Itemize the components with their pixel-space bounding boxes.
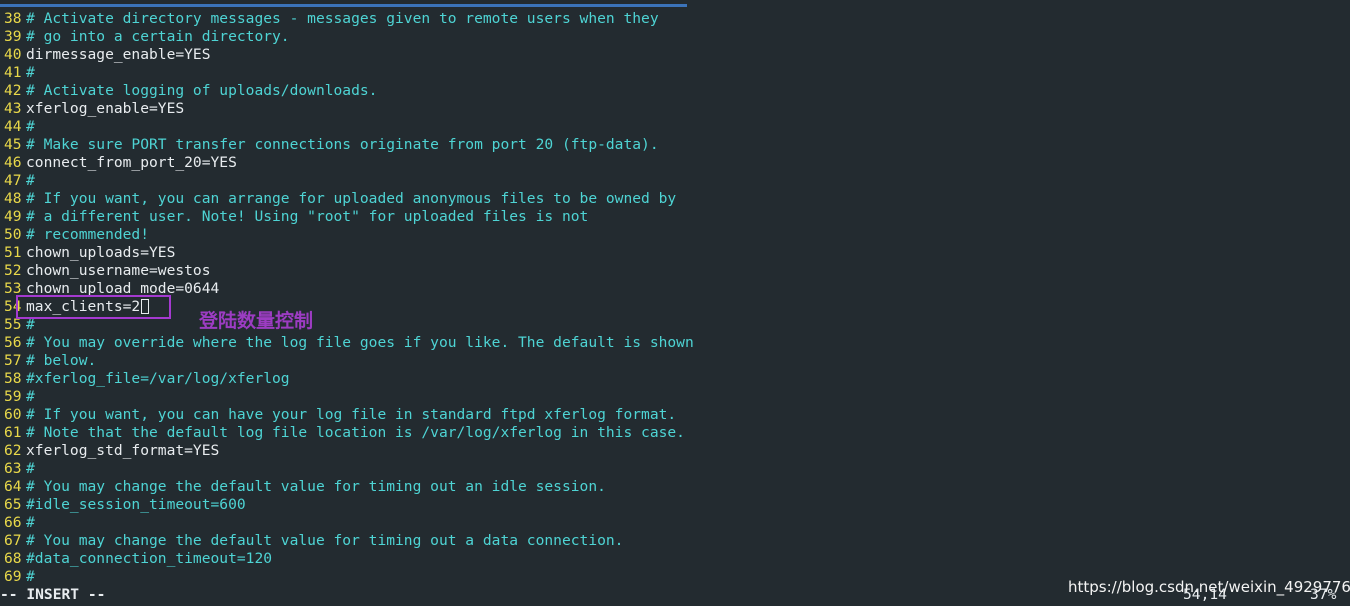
comment-text: # You may change the default value for t… (26, 532, 624, 549)
line-number: 61 (4, 424, 22, 441)
comment-text: # (26, 568, 35, 585)
line-number: 60 (4, 406, 22, 423)
comment-text: # (26, 460, 35, 477)
config-text: dirmessage_enable=YES (26, 46, 211, 63)
annotation-label: 登陆数量控制 (199, 310, 314, 332)
watermark-url: https://blog.csdn.net/weixin_49297769 (1068, 578, 1350, 596)
editor-line[interactable]: 58 #xferlog_file=/var/log/xferlog (0, 370, 1350, 388)
line-number: 44 (4, 118, 22, 135)
line-number: 59 (4, 388, 22, 405)
line-number: 49 (4, 208, 22, 225)
editor-line[interactable]: 48 # If you want, you can arrange for upl… (0, 190, 1350, 208)
line-number: 41 (4, 64, 22, 81)
editor-line[interactable]: 45 # Make sure PORT transfer connections … (0, 136, 1350, 154)
editor-line[interactable]: 40 dirmessage_enable=YES (0, 46, 1350, 64)
comment-text: #idle_session_timeout=600 (26, 496, 246, 513)
editor-line[interactable]: 64 # You may change the default value for… (0, 478, 1350, 496)
comment-text: # a different user. Note! Using "root" f… (26, 208, 589, 225)
line-number: 47 (4, 172, 22, 189)
editor-line[interactable]: 49 # a different user. Note! Using "root"… (0, 208, 1350, 226)
comment-text: # Activate logging of uploads/downloads. (26, 82, 378, 99)
comment-text: # below. (26, 352, 97, 369)
comment-text: # (26, 514, 35, 531)
editor-line[interactable]: 60 # If you want, you can have your log f… (0, 406, 1350, 424)
line-number: 39 (4, 28, 22, 45)
line-number: 58 (4, 370, 22, 387)
comment-text: # (26, 118, 35, 135)
line-number: 66 (4, 514, 22, 531)
config-text: chown_uploads=YES (26, 244, 176, 261)
comment-text: # go into a certain directory. (26, 28, 290, 45)
config-text: xferlog_enable=YES (26, 100, 185, 117)
comment-text: # If you want, you can arrange for uploa… (26, 190, 677, 207)
editor-line[interactable]: 62 xferlog_std_format=YES (0, 442, 1350, 460)
line-number: 43 (4, 100, 22, 117)
config-text: connect_from_port_20=YES (26, 154, 237, 171)
editor-line[interactable]: 68 #data_connection_timeout=120 (0, 550, 1350, 568)
line-number: 69 (4, 568, 22, 585)
editor-line[interactable]: 67 # You may change the default value for… (0, 532, 1350, 550)
config-text: chown_username=westos (26, 262, 211, 279)
annotation-highlight-box (16, 295, 171, 319)
comment-text: # (26, 388, 35, 405)
vim-editor-buffer[interactable]: 38 # Activate directory messages - messag… (0, 10, 1350, 586)
editor-line[interactable]: 56 # You may override where the log file … (0, 334, 1350, 352)
editor-line[interactable]: 46 connect_from_port_20=YES (0, 154, 1350, 172)
comment-text: # If you want, you can have your log fil… (26, 406, 677, 423)
line-number: 56 (4, 334, 22, 351)
comment-text: # Make sure PORT transfer connections or… (26, 136, 659, 153)
comment-text: # recommended! (26, 226, 150, 243)
editor-line[interactable]: 61 # Note that the default log file locat… (0, 424, 1350, 442)
line-number: 63 (4, 460, 22, 477)
line-number: 57 (4, 352, 22, 369)
line-number: 45 (4, 136, 22, 153)
line-number: 62 (4, 442, 22, 459)
editor-line[interactable]: 53 chown_upload_mode=0644 (0, 280, 1350, 298)
editor-line[interactable]: 50 # recommended! (0, 226, 1350, 244)
editor-line[interactable]: 38 # Activate directory messages - messag… (0, 10, 1350, 28)
editor-line[interactable]: 65 #idle_session_timeout=600 (0, 496, 1350, 514)
editor-line[interactable]: 43 xferlog_enable=YES (0, 100, 1350, 118)
comment-text: # (26, 64, 35, 81)
editor-line[interactable]: 66 # (0, 514, 1350, 532)
config-text: xferlog_std_format=YES (26, 442, 220, 459)
line-number: 51 (4, 244, 22, 261)
line-number: 67 (4, 532, 22, 549)
line-number: 40 (4, 46, 22, 63)
line-number: 38 (4, 10, 22, 27)
scroll-progress-indicator (0, 4, 687, 7)
editor-line[interactable]: 47 # (0, 172, 1350, 190)
editor-line[interactable]: 57 # below. (0, 352, 1350, 370)
editor-line[interactable]: 39 # go into a certain directory. (0, 28, 1350, 46)
editor-line[interactable]: 63 # (0, 460, 1350, 478)
line-number: 50 (4, 226, 22, 243)
editor-line[interactable]: 52 chown_username=westos (0, 262, 1350, 280)
line-number: 46 (4, 154, 22, 171)
editor-line[interactable]: 41 # (0, 64, 1350, 82)
editor-line[interactable]: 44 # (0, 118, 1350, 136)
line-number: 68 (4, 550, 22, 567)
line-number: 42 (4, 82, 22, 99)
editor-line[interactable]: 59 # (0, 388, 1350, 406)
comment-text: # (26, 172, 35, 189)
comment-text: # Note that the default log file locatio… (26, 424, 685, 441)
editor-line[interactable]: 51 chown_uploads=YES (0, 244, 1350, 262)
comment-text: # You may override where the log file go… (26, 334, 694, 351)
editor-line[interactable]: 42 # Activate logging of uploads/download… (0, 82, 1350, 100)
line-number: 64 (4, 478, 22, 495)
line-number: 52 (4, 262, 22, 279)
comment-text: # Activate directory messages - messages… (26, 10, 659, 27)
comment-text: #xferlog_file=/var/log/xferlog (26, 370, 290, 387)
line-number: 65 (4, 496, 22, 513)
comment-text: # You may change the default value for t… (26, 478, 606, 495)
comment-text: #data_connection_timeout=120 (26, 550, 273, 567)
line-number: 48 (4, 190, 22, 207)
mode-indicator: -- INSERT -- (0, 586, 106, 603)
